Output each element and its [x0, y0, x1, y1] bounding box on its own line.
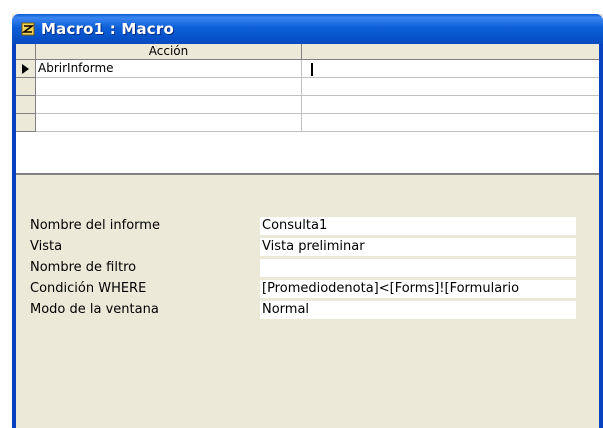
- argument-row-window-mode: Modo de la ventana Normal: [16, 300, 599, 320]
- comment-cell[interactable]: [302, 60, 599, 78]
- argument-row-view: Vista Vista preliminar: [16, 237, 599, 257]
- comment-cell[interactable]: [302, 78, 599, 96]
- argument-label: Condición WHERE: [30, 281, 147, 296]
- row-selector[interactable]: [16, 114, 36, 132]
- action-cell[interactable]: [36, 96, 302, 114]
- argument-label: Nombre de filtro: [30, 260, 137, 275]
- row-selector[interactable]: [16, 60, 36, 78]
- row-selector[interactable]: [16, 78, 36, 96]
- window-mode-field[interactable]: Normal: [260, 301, 576, 319]
- action-column-header[interactable]: Acción: [36, 44, 302, 60]
- title-bar[interactable]: Macro1 : Macro: [12, 14, 603, 44]
- argument-label: Vista: [30, 239, 63, 254]
- comment-cell[interactable]: [302, 114, 599, 132]
- filter-name-field[interactable]: [260, 259, 576, 277]
- current-row-arrow-icon: [22, 64, 29, 74]
- macro-window: Macro1 : Macro Acción AbrirInforme Nombr…: [12, 14, 603, 428]
- comment-column-header[interactable]: [302, 44, 599, 60]
- action-cell[interactable]: [36, 114, 302, 132]
- action-cell[interactable]: AbrirInforme: [36, 60, 302, 78]
- argument-row-filter-name: Nombre de filtro: [16, 258, 599, 278]
- view-field[interactable]: Vista preliminar: [260, 238, 576, 256]
- window-title: Macro1 : Macro: [41, 20, 174, 38]
- row-selector[interactable]: [16, 96, 36, 114]
- where-condition-field[interactable]: [Promediodenota]<[Forms]![Formulario: [260, 280, 576, 298]
- text-caret: [311, 63, 313, 76]
- table-row[interactable]: [16, 114, 599, 132]
- macro-icon: [21, 22, 35, 36]
- argument-label: Modo de la ventana: [30, 302, 159, 317]
- window-frame-right: [599, 44, 603, 428]
- argument-row-where-condition: Condición WHERE [Promediodenota]<[Forms]…: [16, 279, 599, 299]
- comment-cell[interactable]: [302, 96, 599, 114]
- argument-label: Nombre del informe: [30, 218, 160, 233]
- select-all-corner[interactable]: [16, 44, 36, 60]
- report-name-field[interactable]: Consulta1: [260, 217, 576, 235]
- action-arguments-panel: Nombre del informe Consulta1 Vista Vista…: [16, 175, 599, 428]
- table-row[interactable]: [16, 78, 599, 96]
- macro-action-grid: Acción AbrirInforme: [16, 44, 599, 173]
- table-row[interactable]: AbrirInforme: [16, 60, 599, 78]
- argument-row-report-name: Nombre del informe Consulta1: [16, 216, 599, 236]
- table-row[interactable]: [16, 96, 599, 114]
- action-cell[interactable]: [36, 78, 302, 96]
